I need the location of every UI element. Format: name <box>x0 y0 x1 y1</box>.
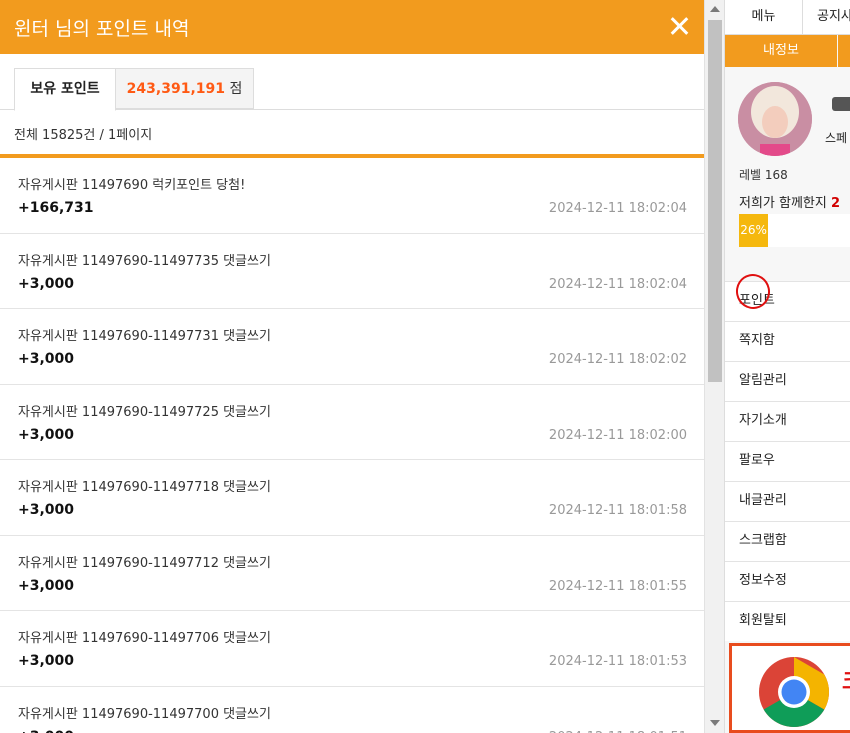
chrome-ad-banner[interactable]: 크 <box>729 643 850 733</box>
badge-icon <box>832 97 850 111</box>
together-number: 2 <box>831 196 841 211</box>
history-summary: 전체 15825건 / 1페이지 <box>14 128 153 143</box>
scroll-thumb[interactable] <box>708 20 722 382</box>
history-item-points: +3,000 <box>18 577 75 594</box>
popup-header: 윈터 님의 포인트 내역 <box>0 0 704 54</box>
close-icon[interactable] <box>668 15 690 37</box>
history-item-date: 2024-12-11 18:01:58 <box>548 503 687 518</box>
history-item-desc: 자유게시판 11497690-11497735 댓글쓰기 <box>18 253 271 269</box>
history-item-date: 2024-12-11 18:02:02 <box>548 352 687 367</box>
side-menu-item[interactable]: 내글관리 <box>725 481 850 521</box>
side-menu-item[interactable]: 스크랩함 <box>725 521 850 561</box>
side-menu-item[interactable]: 자기소개 <box>725 401 850 441</box>
popup-title: 윈터 님의 포인트 내역 <box>14 18 190 40</box>
scroll-up-arrow-icon[interactable] <box>710 6 720 12</box>
history-item-date: 2024-12-11 18:02:04 <box>548 276 687 292</box>
user-level: 레벨 168 <box>739 168 788 182</box>
side-menu-item[interactable]: 팔로우 <box>725 441 850 481</box>
history-item: 자유게시판 11497690-11497706 댓글쓰기 +3,000 2024-1… <box>0 611 704 687</box>
side-menu-item[interactable]: 정보수정 <box>725 561 850 601</box>
points-unit: 점 <box>229 81 243 97</box>
history-item-date: 2024-12-11 18:01:53 <box>548 654 687 669</box>
point-history-popup: 윈터 님의 포인트 내역 보유 포인트 243,391,191 점 전체 158… <box>0 0 704 733</box>
history-item-desc: 자유게시판 11497690-11497712 댓글쓰기 <box>18 555 271 571</box>
side-menu: 포인트 쪽지함 알림관리 자기소개 팔로우 내글관리 스크랩함 정보수정 회원탈퇴 <box>725 281 850 641</box>
scroll-down-arrow-icon[interactable] <box>710 720 720 726</box>
history-item: 자유게시판 11497690-11497700 댓글쓰기 +3,000 2024-1… <box>0 687 704 733</box>
history-item-points: +3,000 <box>18 729 74 733</box>
history-item-desc: 자유게시판 11497690-11497700 댓글쓰기 <box>18 706 271 722</box>
history-item-points: +3,000 <box>18 275 75 292</box>
tab-owned-points[interactable]: 보유 포인트 <box>14 68 116 111</box>
history-item: 자유게시판 11497690-11497718 댓글쓰기 +3,000 2024-1… <box>0 460 704 536</box>
tab-area: 보유 포인트 243,391,191 점 <box>0 54 704 111</box>
side-top-tabs: 메뉴 공지사 <box>725 0 850 35</box>
history-item-desc: 자유게시판 11497690-11497718 댓글쓰기 <box>18 480 271 495</box>
history-item-date: 2024-12-11 18:02:04 <box>548 201 687 216</box>
history-item-points: +3,000 <box>18 351 75 367</box>
together-label: 저희가 함께한지 <box>739 196 827 211</box>
history-item-date: 2024-12-11 18:01:55 <box>548 578 687 594</box>
side-panel: 메뉴 공지사 내정보 스페 레벨 168 저희가 함께한지 2 26% 포인트 쪽… <box>724 0 850 733</box>
history-item-date: 2024-12-11 18:02:00 <box>548 427 687 443</box>
history-item-desc: 자유게시판 11497690 럭키포인트 당첨! <box>18 178 246 193</box>
tab-notice[interactable]: 공지사 <box>817 0 850 34</box>
chrome-logo-icon <box>759 657 829 727</box>
side-menu-item[interactable]: 알림관리 <box>725 361 850 401</box>
history-item: 자유게시판 11497690-11497725 댓글쓰기 +3,000 2024-1… <box>0 385 704 460</box>
together-days: 저희가 함께한지 2 <box>739 192 840 211</box>
user-name: 스페 <box>825 131 848 145</box>
history-item-desc: 자유게시판 11497690-11497731 댓글쓰기 <box>18 329 271 344</box>
points-number: 243,391,191 <box>126 81 225 97</box>
history-item-desc: 자유게시판 11497690-11497706 댓글쓰기 <box>18 631 271 646</box>
avatar[interactable] <box>738 82 812 156</box>
side-menu-item[interactable]: 쪽지함 <box>725 321 850 361</box>
history-item: 자유게시판 11497690-11497731 댓글쓰기 +3,000 2024-1… <box>0 309 704 385</box>
history-item-date: 2024-12-11 18:01:51 <box>549 730 687 733</box>
history-item-desc: 자유게시판 11497690-11497725 댓글쓰기 <box>18 404 271 420</box>
side-menu-item[interactable]: 회원탈퇴 <box>725 601 850 641</box>
level-progress-bar: 26% <box>739 214 850 247</box>
history-item: 자유게시판 11497690-11497712 댓글쓰기 +3,000 2024-1… <box>0 536 704 611</box>
level-progress-fill: 26% <box>739 214 769 247</box>
history-list: 자유게시판 11497690 럭키포인트 당첨! +166,731 2024-12-… <box>0 158 704 733</box>
owned-points-value: 243,391,191 점 <box>116 68 254 109</box>
tab-menu[interactable]: 메뉴 <box>725 0 803 35</box>
history-item: 자유게시판 11497690 럭키포인트 당첨! +166,731 2024-12-… <box>0 158 704 234</box>
history-item-points: +3,000 <box>18 426 75 443</box>
ad-text: 크 <box>842 664 850 696</box>
history-item-points: +166,731 <box>18 200 94 216</box>
tab-next[interactable] <box>838 35 850 67</box>
history-item-points: +3,000 <box>18 502 75 518</box>
scrollbar[interactable] <box>704 0 724 733</box>
history-item-points: +3,000 <box>18 653 75 669</box>
history-item: 자유게시판 11497690-11497735 댓글쓰기 +3,000 2024-1… <box>0 234 704 309</box>
tab-my-info[interactable]: 내정보 <box>725 35 837 67</box>
